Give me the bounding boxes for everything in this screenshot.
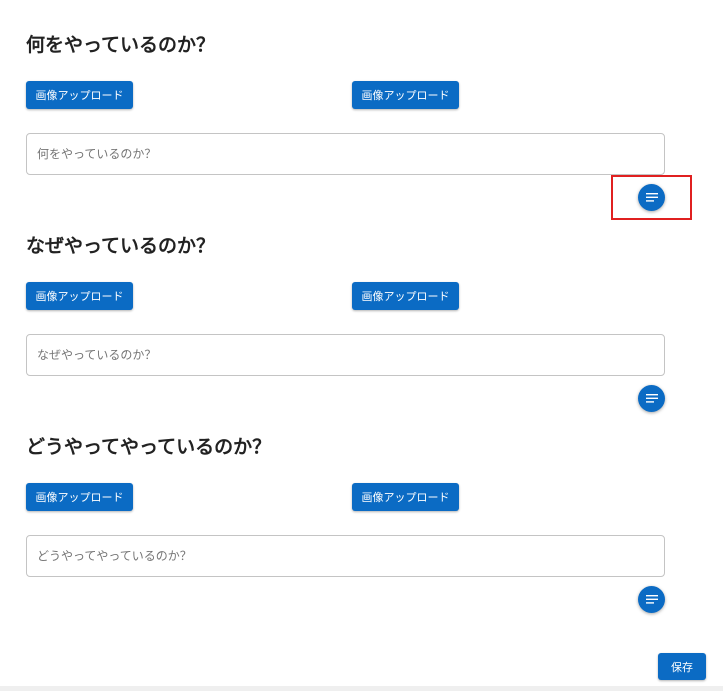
what-input[interactable] <box>26 133 665 175</box>
notes-icon <box>645 594 658 604</box>
image-upload-button-right[interactable]: 画像アップロード <box>352 81 459 109</box>
section-title: 何をやっているのか？ <box>26 34 216 56</box>
bottom-bar <box>0 686 723 691</box>
why-input[interactable] <box>26 334 665 376</box>
how-input[interactable] <box>26 535 665 577</box>
image-upload-button-left[interactable]: 画像アップロード <box>26 81 133 109</box>
notes-fab-button[interactable] <box>638 385 665 412</box>
image-upload-button-left[interactable]: 画像アップロード <box>26 282 133 310</box>
image-upload-button-left[interactable]: 画像アップロード <box>26 483 133 511</box>
edit-page: 何をやっているのか？ 画像アップロード 画像アップロード なぜやっているのか？ … <box>0 0 723 691</box>
highlight-box <box>611 175 692 220</box>
image-upload-button-right[interactable]: 画像アップロード <box>352 483 459 511</box>
section-title: どうやってやっているのか？ <box>26 436 272 458</box>
section-title: なぜやっているのか？ <box>26 235 216 257</box>
notes-fab-button[interactable] <box>638 586 665 613</box>
save-button[interactable]: 保存 <box>658 653 706 680</box>
image-upload-button-right[interactable]: 画像アップロード <box>352 282 459 310</box>
notes-icon <box>645 393 658 403</box>
